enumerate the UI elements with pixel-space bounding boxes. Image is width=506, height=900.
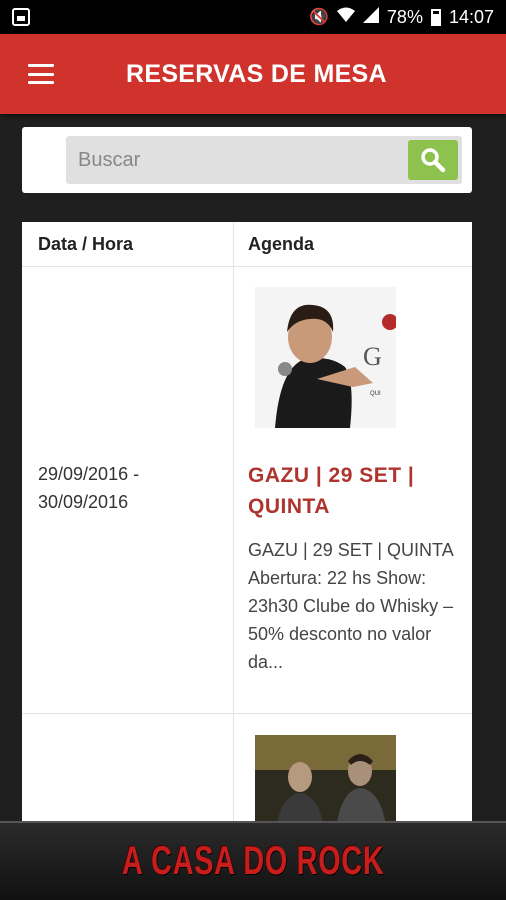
event-date: 29/09/2016 - 30/09/2016 xyxy=(38,464,140,512)
event-description: GAZU | 29 SET | QUINTA Abertura: 22 hs S… xyxy=(248,540,454,672)
svg-text:QUI: QUI xyxy=(370,391,381,397)
event-title[interactable]: GAZU | 29 SET | QUINTA xyxy=(248,460,458,522)
footer-banner: A CASA DO ROCK xyxy=(0,821,506,900)
battery-icon xyxy=(430,8,441,26)
footer-banner-text: A CASA DO ROCK xyxy=(121,839,385,883)
clock: 14:07 xyxy=(448,6,494,27)
page-title: RESERVAS DE MESA xyxy=(126,59,387,88)
event-image[interactable]: G QUI xyxy=(255,287,396,428)
event-image[interactable] xyxy=(255,735,396,832)
svg-text:G: G xyxy=(363,342,382,371)
signal-icon xyxy=(362,6,379,28)
search-box xyxy=(66,136,462,184)
header-agenda: Agenda xyxy=(248,233,315,254)
header-divider xyxy=(22,266,472,267)
wifi-icon xyxy=(336,7,355,28)
search-card xyxy=(22,127,472,193)
mute-icon: 🔇 xyxy=(309,9,329,26)
status-icons: 🔇 78% 14:07 xyxy=(309,6,494,28)
search-input[interactable] xyxy=(66,136,396,184)
gallery-notification-icon xyxy=(12,8,30,26)
status-bar: 🔇 78% 14:07 xyxy=(0,0,506,34)
app-bar: RESERVAS DE MESA xyxy=(0,34,506,114)
row-divider xyxy=(22,713,472,714)
battery-percent: 78% xyxy=(386,6,423,27)
header-date: Data / Hora xyxy=(38,233,134,254)
search-button[interactable] xyxy=(408,140,458,180)
menu-icon[interactable] xyxy=(28,64,54,84)
events-table: Data / Hora Agenda 29/09/2016 - 30/09/20… xyxy=(22,222,472,832)
column-divider xyxy=(233,222,234,832)
search-icon xyxy=(421,148,446,173)
